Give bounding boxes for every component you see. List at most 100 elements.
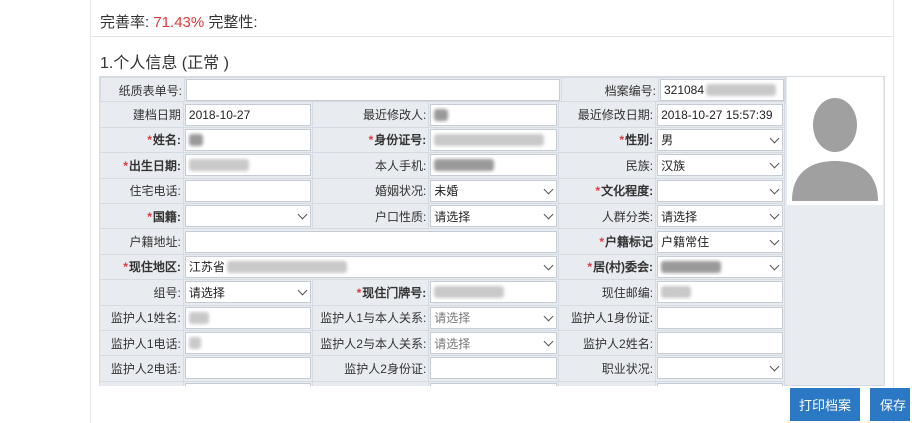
guardian1-relation-label: 监护人1与本人关系: bbox=[312, 304, 430, 331]
current-area-select[interactable]: 江苏省 bbox=[184, 255, 558, 278]
marital-status-value: 未婚 bbox=[434, 184, 459, 199]
current-area-value: 江苏省 bbox=[188, 260, 225, 275]
nationality-label: 国籍: bbox=[152, 209, 181, 224]
id-card-label: 身份证号: bbox=[374, 133, 427, 148]
group-no-select[interactable]: 请选择 bbox=[184, 281, 312, 304]
last-modifier-input[interactable] bbox=[430, 103, 558, 126]
guardian2-id-label: 监护人2身份证: bbox=[312, 355, 430, 382]
person-silhouette-icon bbox=[790, 81, 880, 201]
hukou-address-input[interactable] bbox=[184, 230, 558, 253]
guardian2-relation-label: 监护人2与本人关系: bbox=[312, 329, 430, 357]
chevron-down-icon bbox=[297, 209, 308, 220]
name-input[interactable] bbox=[184, 128, 312, 151]
guardian1-id-input[interactable] bbox=[657, 306, 783, 329]
nationality-select[interactable] bbox=[184, 205, 312, 228]
committee-label: 居(村)委会: bbox=[593, 260, 654, 275]
truncated-row-input[interactable] bbox=[657, 382, 783, 386]
door-no-input[interactable] bbox=[430, 281, 558, 304]
guardian2-name-label: 监护人2姓名: bbox=[558, 329, 657, 357]
guardian2-id-input[interactable] bbox=[430, 357, 558, 380]
birth-date-label: 出生日期: bbox=[128, 158, 181, 173]
ethnicity-label: 民族: bbox=[558, 152, 657, 179]
redacted-id-card bbox=[434, 133, 545, 146]
guardian2-relation-select[interactable]: 请选择 bbox=[430, 332, 558, 355]
guardian2-phone-input[interactable] bbox=[184, 357, 312, 380]
completion-rate-label: 完善率: bbox=[100, 14, 150, 31]
chevron-down-icon bbox=[543, 260, 554, 271]
home-phone-input[interactable] bbox=[184, 179, 312, 202]
form-fields-overlay: 建档日期 2018-10-27 最近修改人: 最近修改日期: 2018-10-2… bbox=[99, 76, 885, 386]
guardian1-relation-select[interactable]: 请选择 bbox=[430, 306, 558, 329]
gender-label: 性别: bbox=[625, 133, 654, 148]
truncated-row-input[interactable] bbox=[430, 382, 558, 386]
left-margin bbox=[0, 0, 90, 423]
hukou-nature-value: 请选择 bbox=[434, 209, 471, 224]
gender-value: 男 bbox=[661, 133, 674, 148]
hukou-address-label: 户籍地址: bbox=[99, 228, 184, 255]
hukou-mark-label: 户籍标记 bbox=[605, 235, 654, 250]
completeness-label: 完整性: bbox=[208, 14, 258, 31]
committee-select[interactable] bbox=[657, 255, 783, 278]
chevron-down-icon bbox=[769, 158, 780, 169]
truncated-row-input[interactable] bbox=[184, 382, 312, 386]
education-select[interactable] bbox=[657, 179, 783, 202]
last-modified-date-label: 最近修改日期: bbox=[558, 101, 657, 128]
redacted-name bbox=[188, 133, 203, 146]
home-phone-label: 住宅电话: bbox=[99, 177, 184, 204]
print-archive-button[interactable]: 打印档案 bbox=[790, 388, 860, 421]
name-label: 姓名: bbox=[152, 133, 181, 148]
id-card-input[interactable] bbox=[430, 128, 558, 151]
ethnicity-value: 汉族 bbox=[661, 158, 686, 173]
avatar-photo[interactable] bbox=[787, 77, 883, 205]
chevron-down-icon bbox=[543, 311, 554, 322]
door-no-label: 现住门牌号: bbox=[362, 285, 427, 300]
create-date-label: 建档日期 bbox=[99, 101, 184, 128]
occupation-select[interactable] bbox=[657, 357, 783, 380]
mobile-phone-label: 本人手机: bbox=[312, 152, 430, 179]
hukou-mark-value: 户籍常住 bbox=[661, 235, 710, 250]
ethnicity-select[interactable]: 汉族 bbox=[657, 154, 783, 177]
group-no-value: 请选择 bbox=[188, 285, 225, 300]
guardian1-phone-input[interactable] bbox=[184, 332, 312, 355]
chevron-down-icon bbox=[769, 184, 780, 195]
guardian2-relation-value: 请选择 bbox=[434, 336, 471, 351]
population-type-value: 请选择 bbox=[661, 209, 698, 224]
education-label: 文化程度: bbox=[601, 184, 654, 199]
redacted-postcode bbox=[661, 286, 692, 299]
current-area-label: 现住地区: bbox=[128, 260, 181, 275]
redacted-guardian1-phone bbox=[188, 337, 201, 350]
redacted-modifier bbox=[434, 108, 449, 121]
birth-date-input[interactable] bbox=[184, 154, 312, 177]
redacted-door-no bbox=[434, 286, 505, 299]
hukou-nature-select[interactable]: 请选择 bbox=[430, 205, 558, 228]
guardian1-name-input[interactable] bbox=[184, 306, 312, 329]
completeness-summary: 完善率: 71.43% 完整性: bbox=[100, 11, 258, 32]
chevron-down-icon bbox=[543, 184, 554, 195]
gender-select[interactable]: 男 bbox=[657, 128, 783, 151]
completion-rate-value: 71.43% bbox=[153, 14, 205, 31]
postcode-label: 现住邮编: bbox=[558, 279, 657, 306]
chevron-down-icon bbox=[769, 260, 780, 271]
marital-status-select[interactable]: 未婚 bbox=[430, 179, 558, 202]
marital-status-label: 婚姻状况: bbox=[312, 177, 430, 204]
redacted-guardian1-name bbox=[188, 311, 209, 324]
occupation-label: 职业状况: bbox=[558, 355, 657, 382]
create-date-input[interactable]: 2018-10-27 bbox=[184, 103, 312, 126]
last-modified-date-input[interactable]: 2018-10-27 15:57:39 bbox=[657, 103, 783, 126]
guardian1-phone-label: 监护人1电话: bbox=[99, 329, 184, 357]
save-button[interactable]: 保存 bbox=[870, 388, 910, 421]
guardian2-name-input[interactable] bbox=[657, 332, 783, 355]
right-margin bbox=[894, 0, 920, 423]
chevron-down-icon bbox=[769, 362, 780, 372]
population-type-select[interactable]: 请选择 bbox=[657, 205, 783, 228]
guardian2-phone-label: 监护人2电话: bbox=[99, 355, 184, 382]
redacted-mobile bbox=[434, 159, 495, 172]
mobile-phone-input[interactable] bbox=[430, 154, 558, 177]
redacted-committee bbox=[661, 260, 722, 273]
population-type-label: 人群分类: bbox=[558, 202, 657, 230]
postcode-input[interactable] bbox=[657, 281, 783, 304]
group-no-label: 组号: bbox=[99, 279, 184, 306]
chevron-down-icon bbox=[769, 235, 780, 245]
hukou-mark-select[interactable]: 户籍常住 bbox=[657, 230, 783, 253]
form-grid-main: 建档日期 2018-10-27 最近修改人: 最近修改日期: 2018-10-2… bbox=[99, 76, 785, 386]
